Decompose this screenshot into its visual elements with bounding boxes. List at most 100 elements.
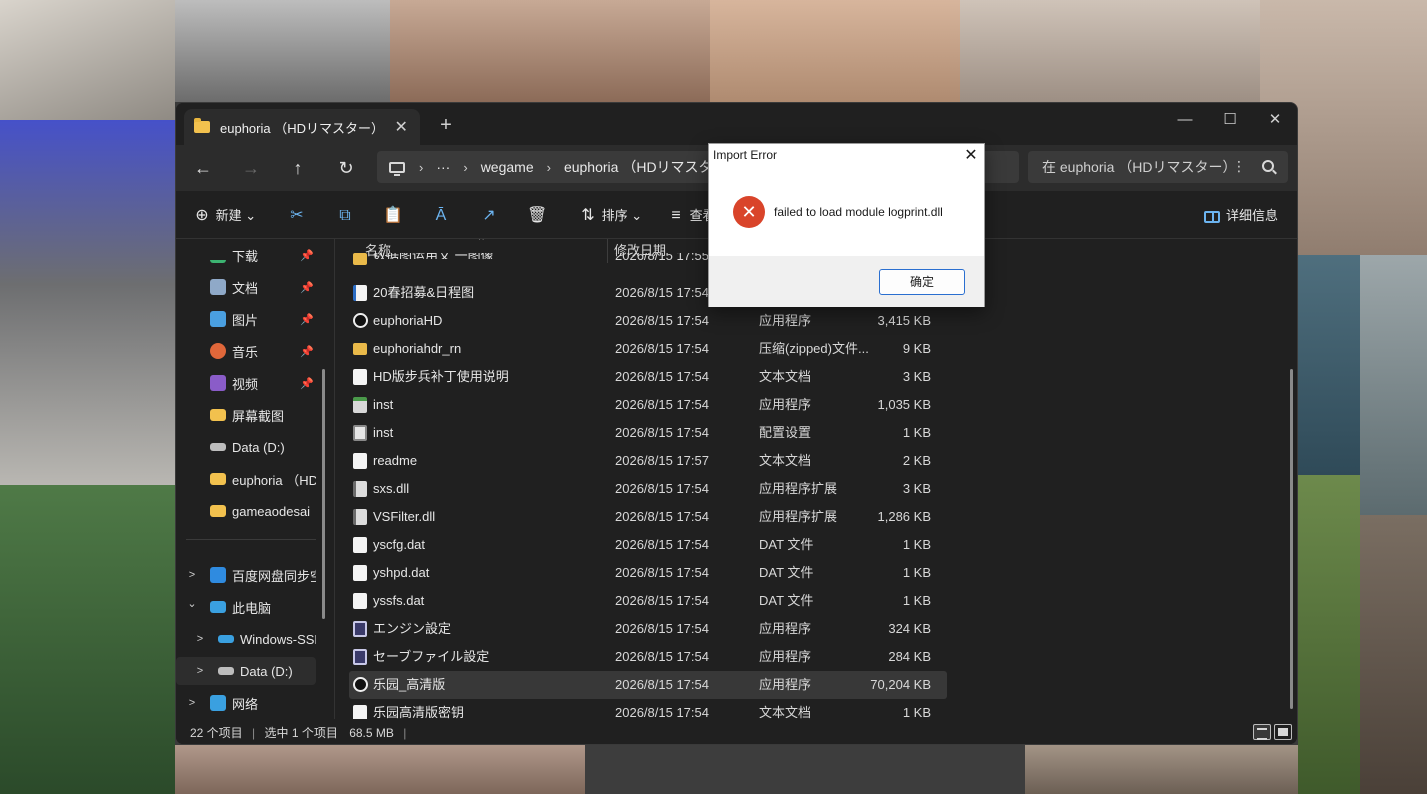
ok-button[interactable]: 确定 [879,269,965,295]
file-row[interactable]: HD版步兵补丁使用说明 2026/8/15 17:54 文本文档 3 KB [349,363,947,391]
file-row[interactable]: 乐园高清版密钥 2026/8/15 17:54 文本文档 1 KB [349,699,947,719]
share-button[interactable]: ↗ [479,203,499,229]
refresh-button[interactable]: ↻ [331,154,361,182]
copy-button[interactable]: ⧉ [335,203,355,229]
file-row[interactable]: inst 2026/8/15 17:54 配置设置 1 KB [349,419,947,447]
dialog-close-button[interactable]: ✕ [961,145,981,165]
sidebar-item-pictures[interactable]: 图片 📌 [176,305,316,333]
file-size: 1 KB [902,565,931,580]
pin-icon: 📌 [300,313,314,326]
search-icon[interactable] [1262,160,1274,172]
pin-icon: 📌 [300,281,314,294]
new-button[interactable]: ⊕ 新建 ⌄ [192,203,256,229]
up-button[interactable]: ↑ [283,154,313,182]
file-name: 乐园高清版密钥 [373,705,465,719]
back-button[interactable]: ← [188,154,218,182]
file-row[interactable]: inst 2026/8/15 17:54 应用程序 1,035 KB [349,391,947,419]
sidebar-item-documents[interactable]: 文档 📌 [176,273,316,301]
file-row[interactable]: sxs.dll 2026/8/15 17:54 应用程序扩展 3 KB [349,475,947,503]
selection-count: 选中 1 个项目 [264,726,338,740]
wallpaper-photo [1025,745,1298,794]
file-row[interactable]: euphoriahdr_rn 2026/8/15 17:54 压缩(zipped)文… [349,335,947,363]
status-bar: 22 个项目 | 选中 1 个项目 68.5 MB | [176,721,1297,744]
details-pane-button[interactable]: 详细信息 [1204,203,1278,229]
sidebar-item-screenshots[interactable]: 屏幕截图 [176,401,316,429]
tab-euphoria[interactable]: euphoria （HDリマスター） 魏 ✕ [184,109,420,145]
new-tab-button[interactable]: + [436,115,456,135]
breadcrumb-separator: › [419,159,424,175]
sort-label: 排序 [601,208,628,223]
pin-icon: 📌 [300,345,314,358]
folder-icon [210,473,226,485]
file-list-scrollbar[interactable] [1290,369,1293,709]
search-more-icon[interactable]: ⋮ [1232,158,1246,175]
sidebar-item-data-drive[interactable]: Data (D:) [176,433,316,461]
view-icon: ≡ [671,207,681,224]
file-date: 2026/8/15 17:54 [615,593,709,608]
file-row[interactable]: エンジン設定 2026/8/15 17:54 应用程序 324 KB [349,615,947,643]
file-row[interactable]: セーブファイル設定 2026/8/15 17:54 应用程序 284 KB [349,643,947,671]
file-type: 文本文档 [759,369,812,384]
file-date: 2026/8/15 17:54 [615,285,709,300]
sidebar-item-baidu[interactable]: 百度网盘同步空 [176,561,316,589]
sidebar-divider [186,539,316,540]
breadcrumb-separator: › [463,159,468,175]
sidebar-item-network[interactable]: 网络 [176,689,316,717]
file-row[interactable]: 乐园_高清版 2026/8/15 17:54 应用程序 70,204 KB [349,671,947,699]
cut-button[interactable]: ✂ [287,203,307,229]
word-icon [353,285,367,301]
file-row[interactable]: euphoriaHD 2026/8/15 17:54 应用程序 3,415 KB [349,307,947,335]
sidebar-item-music[interactable]: 音乐 📌 [176,337,316,365]
breadcrumb-more[interactable]: ··· [436,159,450,175]
file-name: VSFilter.dll [373,509,436,524]
file-list: 名称 ^ 修改日期 数据图运用文 一图像 2026/8/15 17:55 20春… [334,239,1294,719]
file-type: DAT 文件 [759,537,814,552]
pin-icon: 📌 [300,377,314,390]
sidebar-item-this-pc[interactable]: 此电脑 [176,593,316,621]
file-row[interactable]: VSFilter.dll 2026/8/15 17:54 应用程序扩展 1,286 K… [349,503,947,531]
tiles-view-button[interactable] [1274,724,1292,740]
cloud-icon [210,567,226,583]
computer-icon [389,161,405,176]
file-size: 9 KB [902,341,931,356]
sidebar-item-videos[interactable]: 视频 📌 [176,369,316,397]
sidebar-item-windows-ssd[interactable]: Windows-SSD [176,625,316,653]
file-size: 3,415 KB [877,313,932,328]
file-row[interactable]: yshpd.dat 2026/8/15 17:54 DAT 文件 1 KB [349,559,947,587]
tab-close-icon[interactable]: ✕ [392,117,410,137]
rename-button[interactable]: Ā [431,203,451,229]
file-row[interactable]: yscfg.dat 2026/8/15 17:54 DAT 文件 1 KB [349,531,947,559]
file-type: 压缩(zipped)文件... [759,341,869,356]
file-type: 配置设置 [759,425,812,440]
delete-button[interactable]: 🗑 [527,203,547,229]
app-icon [353,313,368,328]
document-icon [353,565,367,581]
file-date: 2026/8/15 17:54 [615,369,709,384]
sidebar-scrollbar[interactable] [322,369,325,619]
details-view-button[interactable] [1253,724,1271,740]
close-window-button[interactable]: ✕ [1253,107,1297,133]
sidebar-item-label: Windows-SSD [240,631,316,647]
minimize-button[interactable]: — [1163,107,1207,133]
pc-icon [210,601,226,613]
sidebar-item-downloads[interactable]: 下载 📌 [176,241,316,269]
dialog-message: failed to load module logprint.dll [774,205,943,219]
sidebar-item-gameaodesai[interactable]: gameaodesai [176,497,316,525]
search-input[interactable]: 在 euphoria （HDリマスター） ⋮ [1028,151,1288,183]
breadcrumb-wegame[interactable]: wegame [481,159,534,175]
chevron-right-icon[interactable]: > [194,665,206,677]
paste-icon: 📋 [383,207,403,224]
network-icon [210,695,226,711]
file-size: 1 KB [902,705,931,719]
sidebar-item-euphoria[interactable]: euphoria （HD [176,465,316,493]
paste-button[interactable]: 📋 [383,203,403,229]
file-size: 1,035 KB [877,397,932,412]
file-row[interactable]: yssfs.dat 2026/8/15 17:54 DAT 文件 1 KB [349,587,947,615]
sfs-icon [353,649,367,665]
sort-button[interactable]: ⇅ 排序 ⌄ [578,203,642,229]
file-row[interactable]: readme 2026/8/15 17:57 文本文档 2 KB [349,447,947,475]
document-icon [353,593,367,609]
tab-bar: euphoria （HDリマスター） 魏 ✕ + — ☐ ✕ [176,103,1297,145]
forward-button[interactable]: → [236,154,266,182]
maximize-button[interactable]: ☐ [1208,107,1252,133]
